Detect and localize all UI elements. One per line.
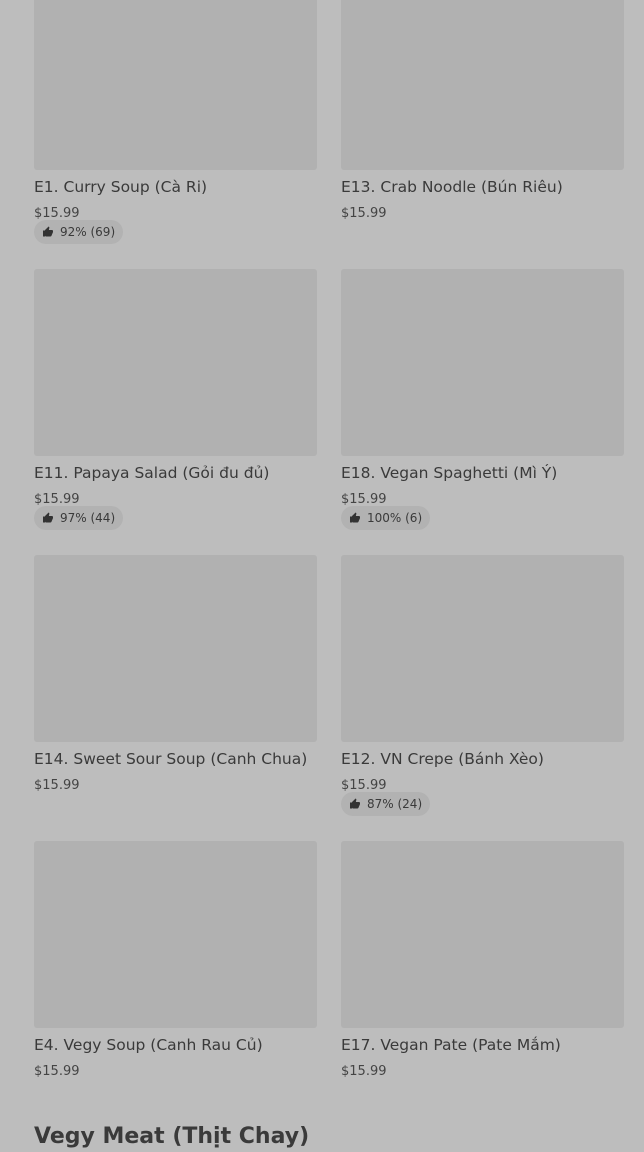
item-image[interactable] bbox=[341, 555, 624, 742]
item-image[interactable] bbox=[341, 0, 624, 170]
item-image[interactable] bbox=[34, 841, 317, 1028]
item-title[interactable]: E12. VN Crepe (Bánh Xèo) bbox=[341, 749, 544, 769]
item-title[interactable]: E1. Curry Soup (Cà Ri) bbox=[34, 177, 207, 197]
item-title[interactable]: E13. Crab Noodle (Bún Riêu) bbox=[341, 177, 563, 197]
rating-text: 92% (69) bbox=[60, 225, 116, 239]
rating-text: 87% (24) bbox=[367, 797, 423, 811]
section-title: Vegy Meat (Thịt Chay) bbox=[34, 1124, 310, 1149]
rating-badge: 92% (69) bbox=[34, 220, 124, 244]
item-title[interactable]: E4. Vegy Soup (Canh Rau Củ) bbox=[34, 1035, 263, 1055]
thumbs-up-icon bbox=[349, 798, 361, 810]
item-title[interactable]: E14. Sweet Sour Soup (Canh Chua) bbox=[34, 749, 307, 769]
thumbs-up-icon bbox=[42, 512, 54, 524]
rating-badge: 87% (24) bbox=[341, 792, 431, 816]
item-price: $15.99 bbox=[34, 1064, 80, 1079]
rating-text: 97% (44) bbox=[60, 511, 116, 525]
item-price: $15.99 bbox=[34, 778, 80, 793]
item-image[interactable] bbox=[341, 269, 624, 456]
thumbs-up-icon bbox=[349, 512, 361, 524]
rating-text: 100% (6) bbox=[367, 511, 423, 525]
rating-badge: 97% (44) bbox=[34, 506, 124, 530]
item-title[interactable]: E11. Papaya Salad (Gỏi đu đủ) bbox=[34, 463, 269, 483]
item-title[interactable]: E18. Vegan Spaghetti (Mì Ý) bbox=[341, 463, 557, 483]
rating-badge: 100% (6) bbox=[341, 506, 431, 530]
item-title[interactable]: E17. Vegan Pate (Pate Mắm) bbox=[341, 1035, 561, 1055]
item-image[interactable] bbox=[34, 269, 317, 456]
item-image[interactable] bbox=[34, 555, 317, 742]
item-image[interactable] bbox=[34, 0, 317, 170]
item-price: $15.99 bbox=[341, 206, 387, 221]
item-image[interactable] bbox=[341, 841, 624, 1028]
thumbs-up-icon bbox=[42, 226, 54, 238]
item-price: $15.99 bbox=[341, 1064, 387, 1079]
